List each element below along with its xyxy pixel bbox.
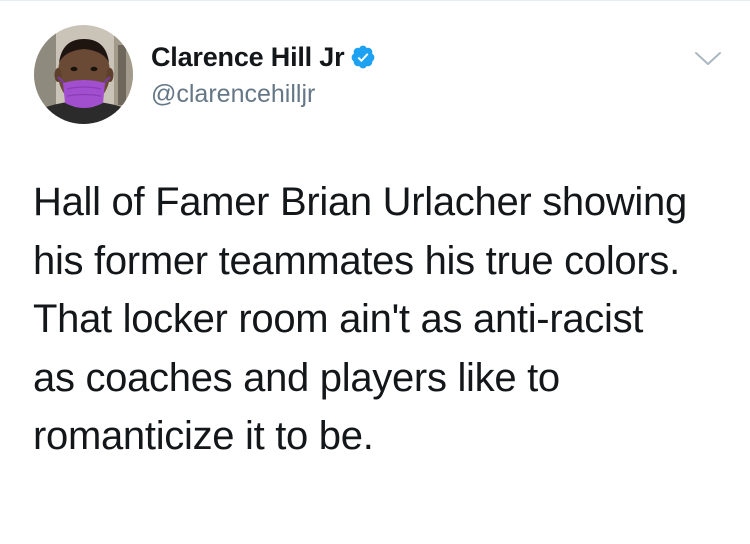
top-divider — [0, 0, 750, 1]
tweet-text-line: That locker room ain't as anti-racist — [33, 297, 644, 341]
author-name-row[interactable]: Clarence Hill Jr — [151, 40, 376, 74]
tweet-text-line: as coaches and players like to — [33, 355, 560, 400]
author-handle[interactable]: @clarencehilljr — [151, 80, 315, 109]
verified-badge-icon — [350, 44, 376, 70]
tweet-text: Hall of Famer Brian Urlacher showing his… — [33, 173, 733, 466]
chevron-down-icon[interactable] — [694, 50, 722, 68]
tweet-text-line: romanticize it to be. — [33, 414, 374, 458]
avatar-image — [34, 25, 133, 124]
avatar[interactable] — [34, 25, 133, 124]
tweet-text-line: his former teammates his true colors. — [33, 238, 680, 283]
tweet-text-line: Hall of Famer Brian Urlacher showing — [33, 180, 687, 224]
display-name[interactable]: Clarence Hill Jr — [151, 42, 345, 73]
